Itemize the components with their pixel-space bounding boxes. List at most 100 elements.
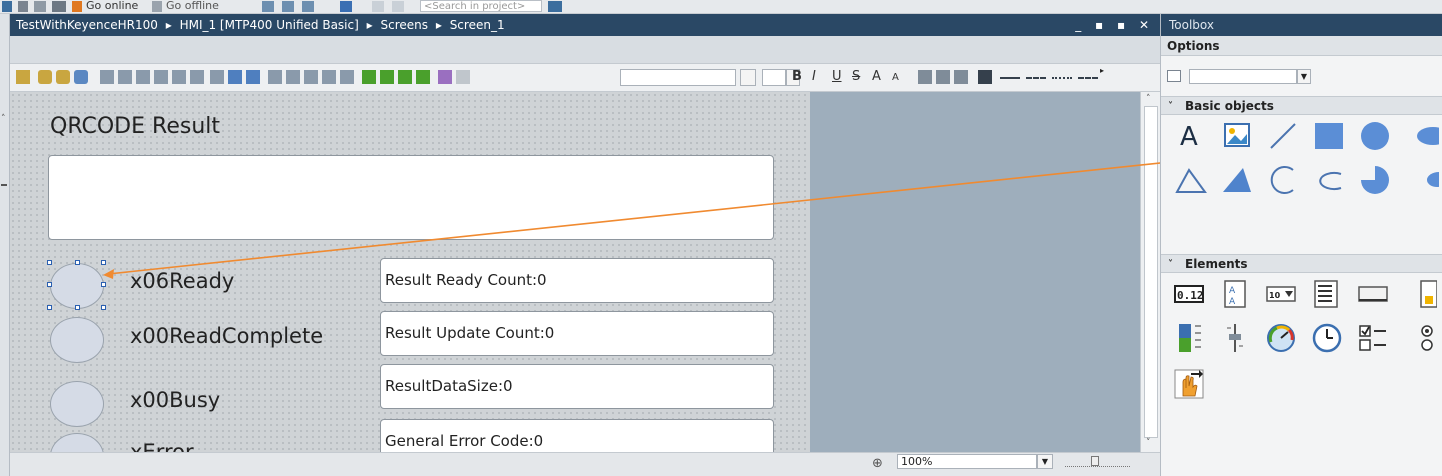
ellipse-tool-icon[interactable] [1403, 118, 1439, 154]
pie-segment-tool-icon[interactable] [1357, 162, 1393, 198]
list-box-icon[interactable] [1309, 276, 1345, 312]
go-offline-button[interactable]: Go offline [166, 0, 219, 12]
error-indicator-circle[interactable] [50, 433, 104, 452]
selection-handle[interactable] [101, 282, 106, 287]
symbolic-io-field-icon[interactable]: A A [1217, 276, 1253, 312]
text-align-center-icon[interactable] [936, 70, 950, 84]
general-error-code-field[interactable]: General Error Code:0 [380, 419, 774, 452]
grow-font-button[interactable]: A [872, 69, 881, 84]
indicator-label[interactable]: xError [130, 440, 194, 452]
layer-down-icon[interactable] [398, 70, 412, 84]
go-online-icon[interactable] [72, 1, 82, 12]
same-size-icon[interactable] [340, 70, 354, 84]
font-name-dropdown-icon[interactable] [740, 69, 756, 86]
read-complete-indicator-circle[interactable] [50, 317, 104, 363]
ellipse-segment-tool-icon[interactable] [1403, 162, 1439, 198]
spin-box-icon[interactable] [1401, 276, 1437, 312]
touch-area-icon[interactable] [1171, 366, 1207, 402]
align-bottom-icon[interactable] [190, 70, 204, 84]
dash-dot-line-icon[interactable] [1078, 77, 1098, 79]
window-controls[interactable]: _ ▪ ▪ ✕ [1075, 14, 1154, 36]
hmi-screen[interactable]: QRCODE Result x06Ready x00ReadComplete x… [10, 92, 810, 452]
align-center-icon[interactable] [118, 70, 132, 84]
window-split-icon[interactable] [392, 1, 404, 12]
zoom-in-icon[interactable] [38, 70, 52, 84]
left-panel-strip[interactable]: ˄ [0, 14, 10, 476]
flip-icon[interactable] [456, 70, 470, 84]
splitter-grip-icon[interactable] [1, 184, 7, 186]
arc-tool-icon[interactable] [1265, 162, 1301, 198]
breadcrumb-device[interactable]: HMI_1 [MTP400 Unified Basic] [180, 18, 359, 32]
dotted-line-icon[interactable] [1052, 77, 1072, 79]
scroll-up-icon[interactable]: ˄ [1146, 94, 1151, 104]
slider-icon[interactable] [1217, 320, 1253, 356]
send-back-icon[interactable] [246, 70, 260, 84]
zoom-slider-knob[interactable] [1091, 456, 1099, 466]
circle-tool-icon[interactable] [1357, 118, 1393, 154]
selection-handle[interactable] [47, 260, 52, 265]
accessible-devices-icon[interactable] [262, 1, 274, 12]
rectangle-tool-icon[interactable] [1311, 118, 1347, 154]
scrollbar-thumb[interactable] [1144, 106, 1158, 438]
go-online-button[interactable]: Go online [86, 0, 138, 12]
zoom-dropdown-icon[interactable]: ▼ [1037, 454, 1053, 469]
indicator-label[interactable]: x00ReadComplete [130, 324, 323, 348]
toolbox-filter-select[interactable] [1189, 69, 1297, 84]
strikethrough-button[interactable]: S [852, 69, 860, 84]
align-middle-icon[interactable] [172, 70, 186, 84]
breadcrumb-screens[interactable]: Screens [380, 18, 428, 32]
combo-box-icon[interactable]: 10 [1263, 276, 1299, 312]
italic-button[interactable]: I [812, 69, 816, 84]
window-icon[interactable] [372, 1, 384, 12]
text-align-left-icon[interactable] [918, 70, 932, 84]
zoom-icon[interactable]: ⊕ [872, 456, 883, 471]
result-update-count-field[interactable]: Result Update Count:0 [380, 311, 774, 356]
selection-handle[interactable] [47, 282, 52, 287]
toolbox-options-header[interactable]: Options [1161, 36, 1442, 56]
layer-up-icon[interactable] [380, 70, 394, 84]
zoom-input[interactable]: 100% [897, 454, 1037, 469]
distribute-vertical-icon[interactable] [286, 70, 300, 84]
toolbar-overflow-icon[interactable]: ▸ [1100, 66, 1104, 75]
io-field-icon[interactable]: 0.12 [1171, 276, 1207, 312]
split-editor-icon[interactable] [282, 1, 294, 12]
same-height-icon[interactable] [322, 70, 336, 84]
breadcrumb-screen[interactable]: Screen_1 [450, 18, 505, 32]
polygon-tool-icon[interactable] [1173, 162, 1209, 198]
scroll-down-icon[interactable]: ˅ [1146, 438, 1151, 448]
ready-indicator-circle[interactable] [50, 263, 104, 309]
zoom-out-icon[interactable] [56, 70, 70, 84]
selection-handle[interactable] [101, 260, 106, 265]
result-ready-count-field[interactable]: Result Ready Count:0 [380, 258, 774, 303]
radio-button-icon[interactable] [1401, 320, 1437, 356]
font-size-field[interactable] [762, 69, 786, 86]
chevron-down-icon[interactable]: ▼ [1297, 69, 1311, 84]
chevron-down-icon[interactable]: ˅ [1168, 255, 1173, 274]
underline-button[interactable]: U [832, 69, 842, 84]
cut-icon[interactable] [34, 1, 46, 12]
format-painter-icon[interactable] [16, 70, 30, 84]
rotate-icon[interactable] [438, 70, 452, 84]
align-top-icon[interactable] [154, 70, 168, 84]
qrcode-result-field[interactable] [48, 155, 774, 240]
indicator-label[interactable]: x06Ready [130, 269, 234, 293]
dashed-line-icon[interactable] [1026, 77, 1046, 79]
zoom-slider[interactable] [1065, 456, 1130, 467]
chevron-down-icon[interactable]: ˅ [1168, 97, 1173, 116]
zoom-fit-icon[interactable] [74, 70, 88, 84]
layer-settings-icon[interactable] [416, 70, 430, 84]
bar-icon[interactable] [1171, 320, 1207, 356]
check-box-icon[interactable] [1355, 320, 1391, 356]
layer-icon[interactable] [362, 70, 376, 84]
bold-button[interactable]: B [792, 69, 802, 84]
selection-handle[interactable] [75, 260, 80, 265]
font-name-field[interactable] [620, 69, 736, 86]
search-go-icon[interactable] [548, 1, 562, 12]
tools-icon[interactable] [340, 1, 352, 12]
screen-title-text[interactable]: QRCODE Result [50, 114, 220, 139]
button-icon[interactable] [1355, 276, 1391, 312]
selection-handle[interactable] [101, 305, 106, 310]
solid-line-icon[interactable] [1000, 77, 1020, 79]
selection-handle[interactable] [47, 305, 52, 310]
split-horizontal-icon[interactable] [302, 1, 314, 12]
